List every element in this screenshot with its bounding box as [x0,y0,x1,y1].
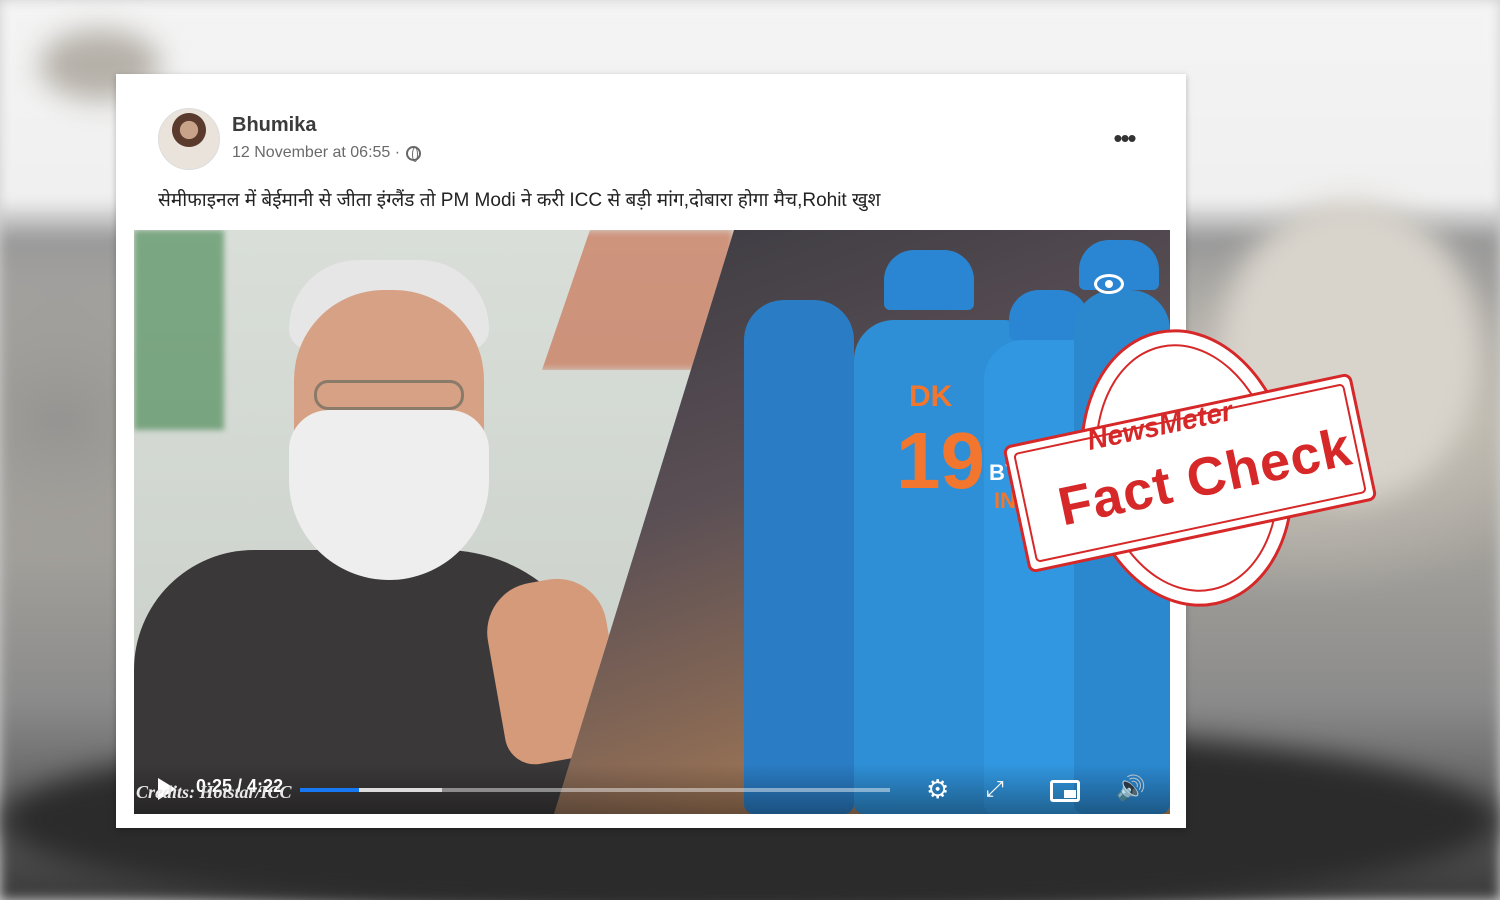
post-timestamp[interactable]: 12 November at 06:55 · [232,144,400,162]
post-meta: 12 November at 06:55 · [232,144,422,162]
avatar[interactable] [158,108,220,170]
progress-fill [300,788,359,792]
fullscreen-icon[interactable]: ⤢ [986,776,1004,802]
progress-bar[interactable] [300,788,890,792]
player-figure [744,300,854,814]
image-credits: Credits: Hotstar/ICC [136,782,292,802]
fact-check-stamp: NewsMeter Fact Check [1002,309,1378,627]
player-cap [884,250,974,310]
post-caption: सेमीफाइनल में बेईमानी से जीता इंग्लैंड त… [158,190,881,211]
person-glasses [314,380,464,410]
eye-icon [1094,274,1124,294]
jersey-number: 19 [896,416,985,505]
jersey-name: DK [909,380,953,413]
globe-icon [406,145,422,162]
pip-icon[interactable] [1050,780,1080,802]
post-author[interactable]: Bhumika [232,114,316,137]
person-figure [134,250,629,814]
more-icon[interactable]: ••• [1104,125,1144,151]
volume-icon[interactable]: 🔊 [1116,776,1146,802]
settings-icon[interactable]: ⚙ [926,776,949,802]
